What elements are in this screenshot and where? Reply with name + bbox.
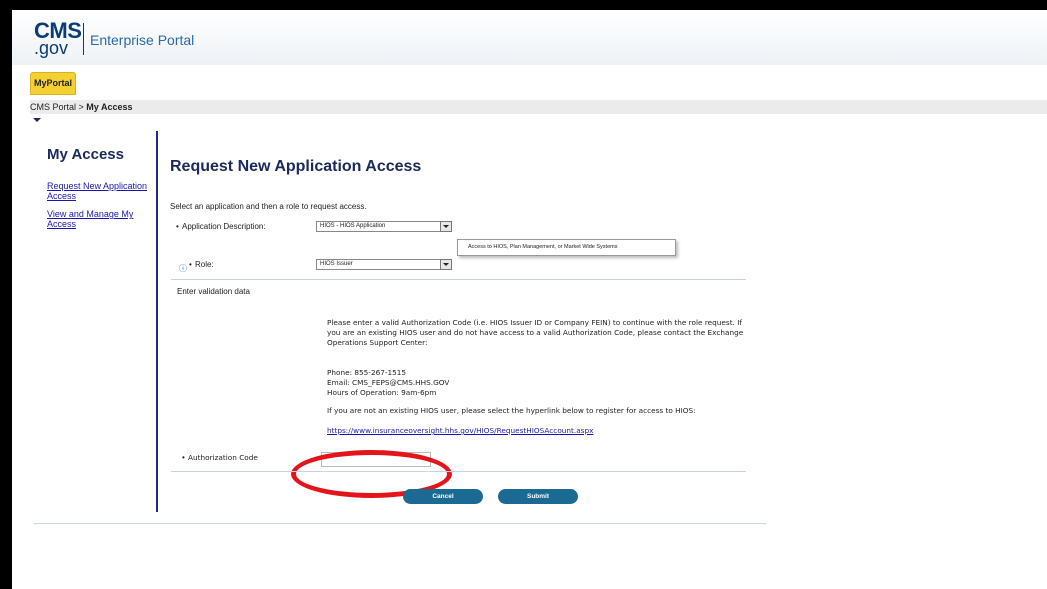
cancel-button[interactable]: Cancel	[403, 489, 483, 504]
page-title: Request New Application Access	[170, 158, 422, 175]
info-icon[interactable]: ⓘ	[179, 263, 187, 274]
app-required-marker: •	[176, 222, 179, 231]
chevron-down-icon[interactable]	[440, 221, 452, 232]
page: CMS .gov Enterprise Portal MyPortal CMS …	[12, 10, 1047, 589]
portal-title: Enterprise Portal	[90, 32, 195, 48]
role-select[interactable]: HIOS Issuer	[316, 259, 443, 270]
submit-button[interactable]: Submit	[498, 489, 578, 504]
form-divider	[171, 471, 746, 472]
support-phone: Phone: 855-267-1515	[327, 368, 407, 377]
logo-divider	[83, 23, 84, 55]
validation-heading: Enter validation data	[177, 287, 250, 296]
application-description-select[interactable]: HIOS - HIOS Application	[316, 221, 443, 232]
section-divider	[171, 279, 746, 280]
breadcrumb-current: My Access	[86, 102, 133, 112]
support-hours: Hours of Operation: 9am-6pm	[327, 388, 437, 397]
chevron-down-icon[interactable]	[440, 259, 452, 270]
auth-required-marker: •	[182, 453, 185, 462]
breadcrumb-separator: >	[76, 102, 87, 112]
authorization-instructions: Please enter a valid Authorization Code …	[327, 318, 744, 347]
sidebar-link-request-access[interactable]: Request New Application Access	[47, 181, 157, 201]
tab-myportal[interactable]: MyPortal	[30, 72, 76, 95]
breadcrumb: CMS Portal > My Access	[30, 100, 1047, 114]
hios-register-link[interactable]: https://www.insuranceoversight.hhs.gov/H…	[327, 426, 593, 435]
sidebar-divider	[156, 131, 158, 512]
breadcrumb-root[interactable]: CMS Portal	[30, 102, 76, 112]
gov-logo-text[interactable]: .gov	[34, 39, 68, 57]
instruction-text: Select an application and then a role to…	[170, 202, 367, 211]
support-email: Email: CMS_FEPS@CMS.HHS.GOV	[327, 378, 450, 387]
role-tooltip: Access to HIOS, Plan Management, or Mark…	[457, 239, 676, 256]
application-description-label: Application Description:	[182, 222, 266, 231]
caret-down-icon	[33, 118, 41, 122]
hios-register-link-row: https://www.insuranceoversight.hhs.gov/H…	[327, 426, 757, 436]
site-header: CMS .gov Enterprise Portal	[12, 10, 1047, 65]
authorization-code-label: Authorization Code	[188, 453, 258, 462]
sidebar-link-view-manage-access[interactable]: View and Manage My Access	[47, 209, 157, 229]
footer-divider	[34, 523, 766, 524]
sidebar-title: My Access	[47, 146, 124, 163]
register-note: If you are not an existing HIOS user, pl…	[327, 406, 696, 415]
role-required-marker: •	[189, 260, 192, 269]
role-label: Role:	[195, 260, 214, 269]
